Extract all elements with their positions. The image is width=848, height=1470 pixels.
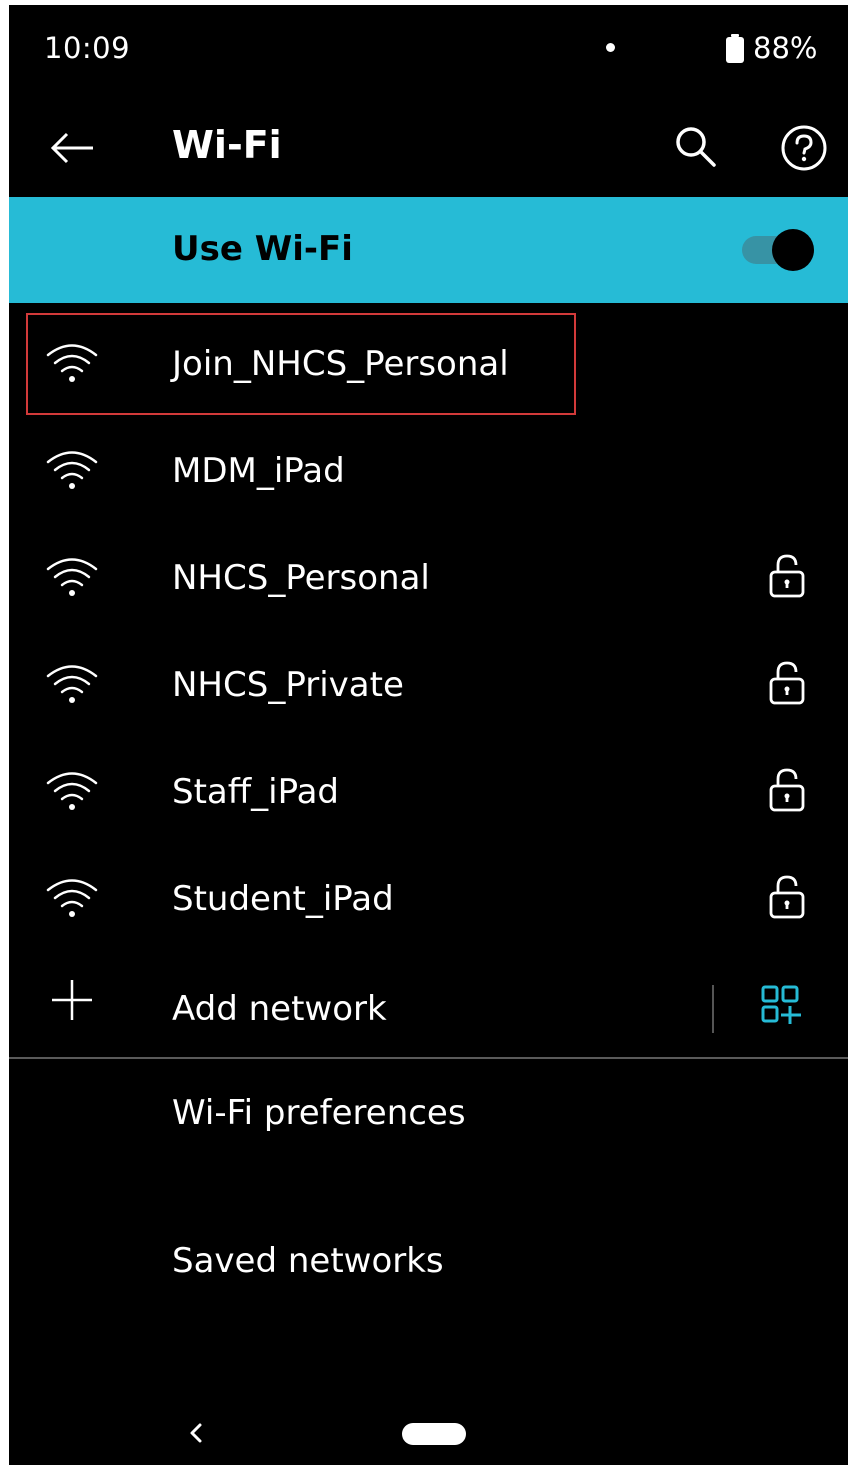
- use-wifi-toggle[interactable]: [739, 226, 819, 274]
- wifi-preferences-label: Wi-Fi preferences: [172, 1093, 466, 1133]
- wifi-signal-icon: [46, 665, 98, 703]
- use-wifi-row[interactable]: Use Wi-Fi: [9, 197, 848, 303]
- network-name: Student_iPad: [172, 879, 394, 919]
- saved-networks-row[interactable]: Saved networks: [9, 1215, 848, 1335]
- wifi-signal-icon: [46, 772, 98, 810]
- lock-icon: [769, 661, 805, 705]
- wifi-signal-icon: [46, 344, 98, 382]
- network-item[interactable]: NHCS_Personal: [9, 523, 848, 630]
- help-icon[interactable]: [779, 123, 829, 173]
- nav-back-icon[interactable]: [181, 1418, 211, 1448]
- use-wifi-label: Use Wi-Fi: [172, 229, 353, 269]
- network-name: Staff_iPad: [172, 772, 340, 812]
- wifi-signal-icon: [46, 451, 98, 489]
- wifi-signal-icon: [46, 879, 98, 917]
- battery-percentage: 88%: [753, 31, 818, 65]
- toggle-thumb: [772, 229, 814, 271]
- status-time: 10:09: [44, 31, 131, 65]
- notification-dot-icon: [606, 43, 615, 52]
- network-name: NHCS_Personal: [172, 558, 430, 598]
- network-item[interactable]: NHCS_Private: [9, 630, 848, 737]
- saved-networks-label: Saved networks: [172, 1241, 444, 1281]
- search-icon[interactable]: [672, 123, 720, 171]
- status-bar: 10:09 88%: [9, 5, 848, 93]
- divider: [712, 985, 714, 1033]
- wifi-settings-screen: 10:09 88% Wi-Fi Use Wi-Fi Join_NHCS_Pers…: [9, 5, 848, 1465]
- battery-icon: [726, 34, 744, 63]
- network-item[interactable]: Join_NHCS_Personal: [9, 309, 848, 416]
- qr-code-icon[interactable]: [761, 985, 809, 1025]
- add-network-label[interactable]: Add network: [172, 989, 387, 1029]
- lock-icon: [769, 875, 805, 919]
- section-divider: [9, 1057, 848, 1059]
- network-name: NHCS_Private: [172, 665, 404, 705]
- back-arrow-icon[interactable]: [47, 123, 97, 173]
- network-item[interactable]: MDM_iPad: [9, 416, 848, 523]
- lock-icon: [769, 554, 805, 598]
- wifi-signal-icon: [46, 558, 98, 596]
- network-name: Join_NHCS_Personal: [172, 344, 509, 384]
- network-item[interactable]: Staff_iPad: [9, 737, 848, 844]
- nav-home-pill[interactable]: [402, 1423, 466, 1445]
- plus-icon[interactable]: [47, 975, 97, 1025]
- wifi-preferences-row[interactable]: Wi-Fi preferences: [9, 1065, 848, 1185]
- network-item[interactable]: Student_iPad: [9, 844, 848, 951]
- page-title: Wi-Fi: [172, 123, 282, 167]
- app-bar: Wi-Fi: [9, 93, 848, 197]
- add-network-row: Add network: [9, 945, 848, 1055]
- network-name: MDM_iPad: [172, 451, 345, 491]
- lock-icon: [769, 768, 805, 812]
